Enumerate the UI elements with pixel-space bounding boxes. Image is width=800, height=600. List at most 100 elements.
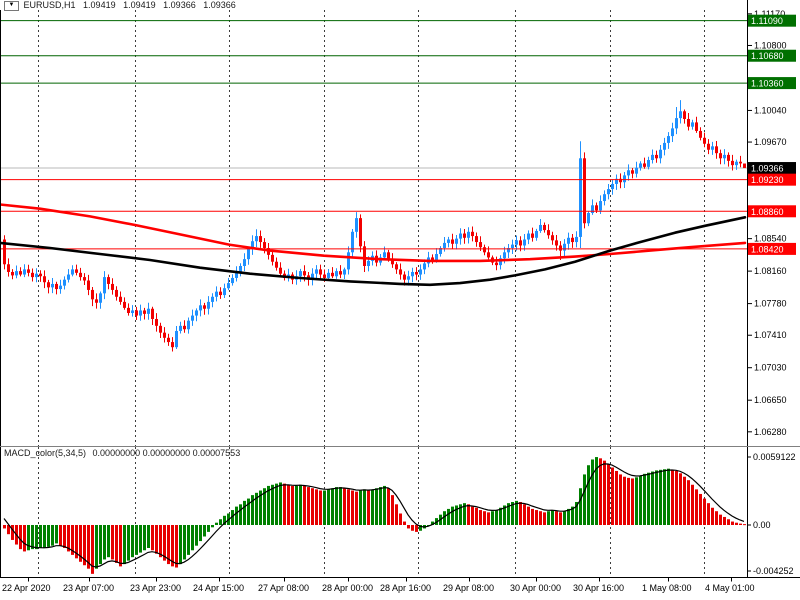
price-badge-label: 1.10360 <box>751 79 784 89</box>
macd-histogram-bar <box>643 473 646 525</box>
candle-body <box>639 163 642 168</box>
candle-body <box>263 242 266 249</box>
ohlc-close: 1.09366 <box>203 0 236 10</box>
macd-histogram-bar <box>183 525 186 560</box>
macd-histogram-bar <box>203 525 206 537</box>
candle-body <box>115 289 118 297</box>
candle-body <box>691 122 694 127</box>
candle-body <box>407 276 410 280</box>
candle-body <box>711 146 714 150</box>
candle-body <box>663 142 666 150</box>
indicator-values: 0.00000000 0.00000000 0.00007553 <box>92 448 241 458</box>
macd-histogram-bar <box>363 489 366 525</box>
macd-histogram-bar <box>271 484 274 525</box>
candle-body <box>211 296 214 302</box>
macd-histogram-bar <box>619 474 622 525</box>
macd-histogram-bar <box>743 524 746 526</box>
candle-body <box>275 261 278 268</box>
candle-body <box>651 154 654 161</box>
candle-body <box>355 218 358 232</box>
candle-body <box>223 288 226 296</box>
candle-body <box>727 154 730 161</box>
macd-histogram-bar <box>143 525 146 551</box>
candle-body <box>675 118 678 129</box>
time-axis-label: 23 Apr 23:00 <box>130 583 181 593</box>
candle-body <box>535 230 538 238</box>
candle-body <box>467 231 470 238</box>
symbol-dropdown-button[interactable]: ▼ <box>4 1 19 11</box>
candle-body <box>131 310 134 314</box>
macd-histogram-bar <box>195 525 198 546</box>
macd-histogram-bar <box>607 464 610 525</box>
candle-body <box>395 264 398 270</box>
candle-body <box>715 146 718 154</box>
macd-histogram-bar <box>475 507 478 525</box>
candle-body <box>219 291 222 296</box>
candle-body <box>231 277 234 284</box>
macd-histogram-bar <box>287 484 290 525</box>
candle-body <box>27 269 30 273</box>
candle-body <box>175 330 178 348</box>
chart-canvas[interactable]: 1.111701.108001.100401.096701.085401.081… <box>0 0 800 600</box>
candle-body <box>659 149 662 159</box>
macd-histogram-bar <box>599 458 602 525</box>
macd-histogram-bar <box>367 490 370 525</box>
candle-body <box>7 264 10 272</box>
time-axis-label: 29 Apr 08:00 <box>443 583 494 593</box>
macd-histogram-bar <box>355 491 358 525</box>
candle-body <box>171 342 174 348</box>
macd-histogram-bar <box>307 487 310 525</box>
macd-histogram-bar <box>611 467 614 525</box>
candle-body <box>595 205 598 211</box>
candle-body <box>99 293 102 303</box>
macd-tick-label: -0.004252 <box>753 566 794 576</box>
candle-body <box>135 310 138 316</box>
macd-histogram-bar <box>527 506 530 525</box>
candle-body <box>271 254 274 262</box>
macd-tick-label: 0.0059122 <box>753 452 796 462</box>
candle-body <box>119 296 122 302</box>
candle-body <box>479 242 482 248</box>
macd-tick-label: 0.00 <box>753 520 771 530</box>
candle-body <box>187 320 190 330</box>
macd-histogram-bar <box>739 523 742 525</box>
candle-body <box>79 272 82 278</box>
macd-histogram-bar <box>379 487 382 525</box>
candle-body <box>255 236 258 242</box>
candle-body <box>447 239 450 243</box>
candle-body <box>743 163 746 169</box>
macd-histogram-bar <box>591 459 594 525</box>
price-tick-label: 1.08160 <box>754 266 787 276</box>
macd-histogram-bar <box>279 482 282 525</box>
macd-histogram-bar <box>579 488 582 525</box>
price-tick-label: 1.08540 <box>754 234 787 244</box>
candle-body <box>35 273 38 278</box>
candle-body <box>527 233 530 240</box>
macd-histogram-bar <box>539 511 542 525</box>
candle-body <box>607 189 610 195</box>
candle-body <box>103 277 106 294</box>
candle-body <box>611 183 614 190</box>
macd-histogram-bar <box>315 489 318 525</box>
price-badge-label: 1.09230 <box>751 175 784 185</box>
candle-body <box>139 310 142 316</box>
candle-body <box>31 272 34 278</box>
candle-body <box>331 272 334 277</box>
candle-body <box>195 310 198 316</box>
macd-histogram-bar <box>659 469 662 525</box>
candle-body <box>207 301 210 309</box>
macd-histogram-bar <box>275 483 278 525</box>
candle-body <box>579 158 582 237</box>
candle-body <box>455 238 458 244</box>
macd-histogram-bar <box>731 521 734 525</box>
macd-histogram-bar <box>563 511 566 525</box>
candle-body <box>59 285 62 290</box>
macd-histogram-bar <box>451 506 454 525</box>
macd-histogram-bar <box>631 478 634 525</box>
candle-body <box>559 245 562 251</box>
price-tick-label: 1.10040 <box>754 105 787 115</box>
macd-histogram-bar <box>671 469 674 525</box>
candle-body <box>563 243 566 251</box>
macd-histogram-bar <box>551 510 554 525</box>
macd-histogram-bar <box>559 512 562 525</box>
